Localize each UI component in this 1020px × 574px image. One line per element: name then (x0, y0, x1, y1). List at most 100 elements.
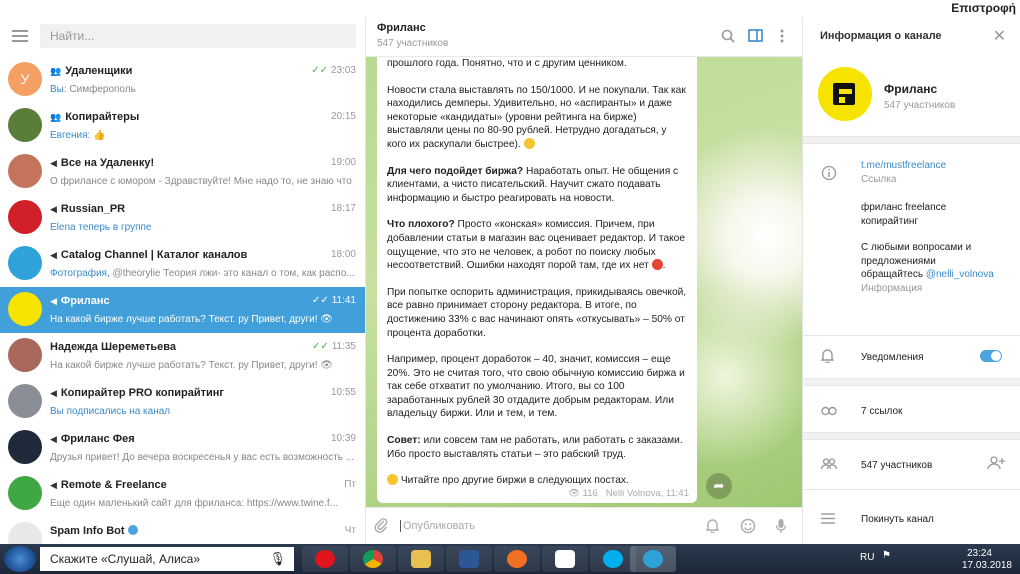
chat-time-text: 19:00 (330, 157, 356, 168)
clock-time: 23:24 (966, 548, 992, 559)
chat-list-item[interactable]: ◀ Фриланс Фея 10:39 Друзья привет! До вечер… (0, 425, 365, 471)
shared-links-row[interactable]: 7 ссылок (861, 405, 902, 419)
leave-channel-button[interactable]: Покинуть канал (861, 513, 934, 527)
chat-name-text: Копирайтеры (65, 111, 140, 123)
chat-time: 18:00 (331, 249, 356, 260)
chat-avatar (8, 246, 42, 280)
chat-avatar: У (8, 62, 42, 96)
message-input[interactable]: Опубликовать (400, 520, 475, 532)
hamburger-menu-icon[interactable] (12, 30, 28, 42)
chat-list-item[interactable]: ◀ Фриланс ✓✓ 11:41 На какой бирже лучше рабо… (0, 287, 365, 333)
flag-icon[interactable]: ⚑ (882, 550, 891, 561)
notifications-toggle[interactable] (980, 350, 1002, 362)
chat-time: ✓✓ 11:41 (312, 295, 356, 306)
chat-list-item[interactable]: ◀ Russian_PR 18:17 Elena теперь в группе (0, 195, 365, 241)
chat-list-item[interactable]: ◀ Catalog Channel | Каталог каналов 18:00 Ф… (0, 241, 365, 287)
channel-link-label: Ссылка (861, 173, 897, 185)
notifications-label: Уведомления (861, 352, 924, 363)
chat-name-text: Remote & Freelance (60, 479, 167, 491)
channel-icon: ◀ (50, 204, 57, 214)
close-icon[interactable]: ✕ (993, 26, 1006, 46)
channel-avatar[interactable] (818, 67, 872, 121)
chat-time-text: 11:41 (331, 295, 356, 306)
opera-app-icon[interactable] (302, 546, 348, 572)
chat-name: ◀ Remote & Freelance (50, 479, 167, 491)
chat-time-text: 18:17 (330, 203, 356, 214)
chat-list-item[interactable]: 👥 Копирайтеры 20:15 Евгения: 👍 (0, 103, 365, 149)
chat-list-item[interactable]: ◀ Все на Удаленку! 19:00 О фрилансе с юморо… (0, 149, 365, 195)
channel-info-panel: Информация о канале ✕ Фриланс 547 участн… (802, 17, 1020, 544)
chat-preview: Фотография, @theorylie Теория лжи- это к… (50, 268, 355, 279)
chat-preview-text: На какой бирже лучше работать? Текст. ру… (50, 314, 333, 325)
chat-name: ◀ Фриланс (50, 295, 110, 307)
chat-preview-sender: Фотография, (50, 268, 110, 279)
word-app-icon[interactable] (446, 546, 492, 572)
composer-bar: Опубликовать (366, 507, 802, 544)
chat-preview-sender: Elena теперь в группе (50, 222, 152, 233)
share-icon[interactable]: ➦ (706, 473, 732, 499)
chat-title[interactable]: Фриланс (377, 22, 426, 34)
chat-preview: На какой бирже лучше работать? Текст. ру… (50, 360, 355, 371)
chat-name-text: Надежда Шереметьева (50, 341, 176, 353)
windows-start-button[interactable] (4, 546, 36, 572)
chat-list-item[interactable]: У 👥 Удаленщики ✓✓ 23:03 Вы: Симферополь (0, 57, 365, 103)
media-player-app-icon[interactable] (494, 546, 540, 572)
participants-row[interactable]: 547 участников (861, 459, 932, 473)
eye-icon: 👁 (567, 488, 580, 500)
search-icon[interactable] (721, 29, 735, 46)
sidebar-toggle-icon[interactable] (748, 29, 763, 45)
windows-taskbar: Скажите «Слушай, Алиса» 🎙 RU ⚑ 23:24 17.… (0, 544, 1020, 574)
file-explorer-app-icon[interactable] (398, 546, 444, 572)
post-paragraph: Совет: или совсем там не работать, или р… (387, 435, 683, 460)
post-paragraph: Для чего подойдет биржа? Наработать опыт… (387, 165, 679, 204)
add-user-icon[interactable] (987, 456, 1005, 473)
chat-avatar (8, 200, 42, 234)
language-indicator[interactable]: RU (860, 552, 874, 563)
telegram-app-icon[interactable] (630, 546, 676, 572)
chat-name-text: Spam Info Bot (50, 525, 125, 537)
channel-icon: ◀ (50, 296, 57, 306)
attach-icon[interactable] (374, 517, 388, 538)
system-tray: RU ⚑ 23:24 17.03.2018 (860, 544, 1020, 574)
chat-time: 20:15 (331, 111, 356, 122)
search-input[interactable]: Найти... (40, 24, 356, 48)
chat-list-item[interactable]: Надежда Шереметьева ✓✓ 11:35 На какой бирже… (0, 333, 365, 379)
emoji-icon[interactable] (740, 518, 756, 537)
bell-icon[interactable] (705, 518, 720, 536)
chat-avatar (8, 154, 42, 188)
yandex-browser-app-icon[interactable] (542, 546, 588, 572)
chat-time: Чт (345, 525, 356, 536)
chat-time: 19:00 (331, 157, 356, 168)
back-link[interactable]: Επιστροφή (951, 1, 1016, 15)
chat-avatar (8, 384, 42, 418)
chat-list-item[interactable]: ◀ Копирайтер PRO копирайтинг 10:55 Вы подпи… (0, 379, 365, 425)
chat-list-item[interactable]: ◀ Remote & Freelance Пт Еще один маленький … (0, 471, 365, 517)
angry-emoji-icon (651, 259, 663, 271)
description-line: фриланс freelance (861, 202, 947, 213)
description-line: копирайтинг (861, 215, 919, 227)
divider (803, 489, 1020, 490)
chat-name-text: Catalog Channel | Каталог каналов (60, 249, 248, 261)
channel-icon: ◀ (50, 388, 57, 398)
chat-preview-text: Симферополь (66, 84, 136, 95)
microphone-icon[interactable] (775, 518, 787, 537)
microphone-icon[interactable]: 🎙 (269, 551, 286, 567)
browser-topbar: Επιστροφή (0, 0, 1020, 17)
channel-icon: ◀ (50, 480, 57, 490)
chrome-app-icon[interactable] (350, 546, 396, 572)
info-header: Информация о канале ✕ (803, 17, 1020, 57)
chat-name-text: Russian_PR (60, 203, 126, 215)
post-paragraph: Что плохого? Просто «конская» комиссия. … (387, 219, 686, 272)
chat-subtitle: 547 участников (377, 38, 449, 49)
chat-preview-text: Друзья привет! До вечера воскресенья у в… (50, 452, 355, 463)
taskbar-search-input[interactable]: Скажите «Слушай, Алиса» 🎙 (40, 547, 294, 571)
channel-link[interactable]: t.me/mustfreelance (861, 159, 946, 173)
chat-name: ◀ Все на Удаленку! (50, 157, 154, 169)
author-username-link[interactable]: @nelli_volnova (926, 269, 994, 280)
chat-time: ✓✓ 23:03 (311, 65, 356, 76)
chat-name: ◀ Catalog Channel | Каталог каналов (50, 249, 247, 261)
verified-icon (127, 525, 138, 535)
chat-name-text: Копирайтер PRO копирайтинг (60, 387, 224, 399)
more-vertical-icon[interactable] (780, 29, 784, 46)
chat-preview-sender: Вы подписались на канал (50, 406, 171, 417)
